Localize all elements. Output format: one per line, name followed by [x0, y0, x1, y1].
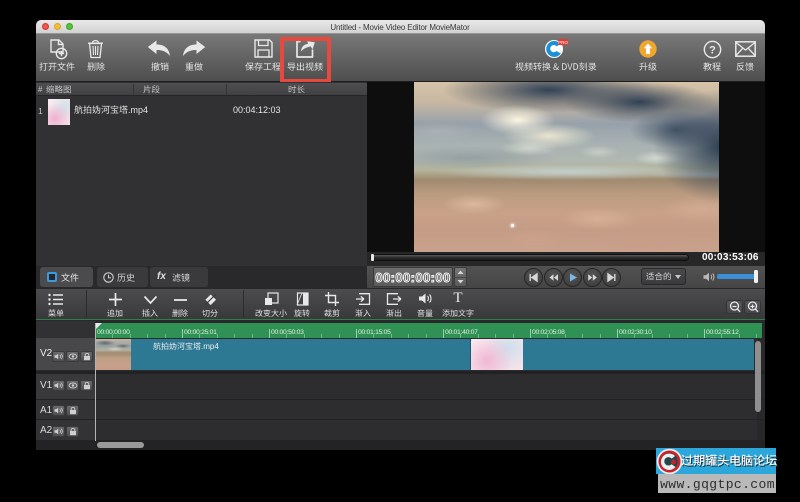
svg-text:PRO: PRO: [558, 40, 568, 45]
svg-text:?: ?: [709, 44, 716, 56]
